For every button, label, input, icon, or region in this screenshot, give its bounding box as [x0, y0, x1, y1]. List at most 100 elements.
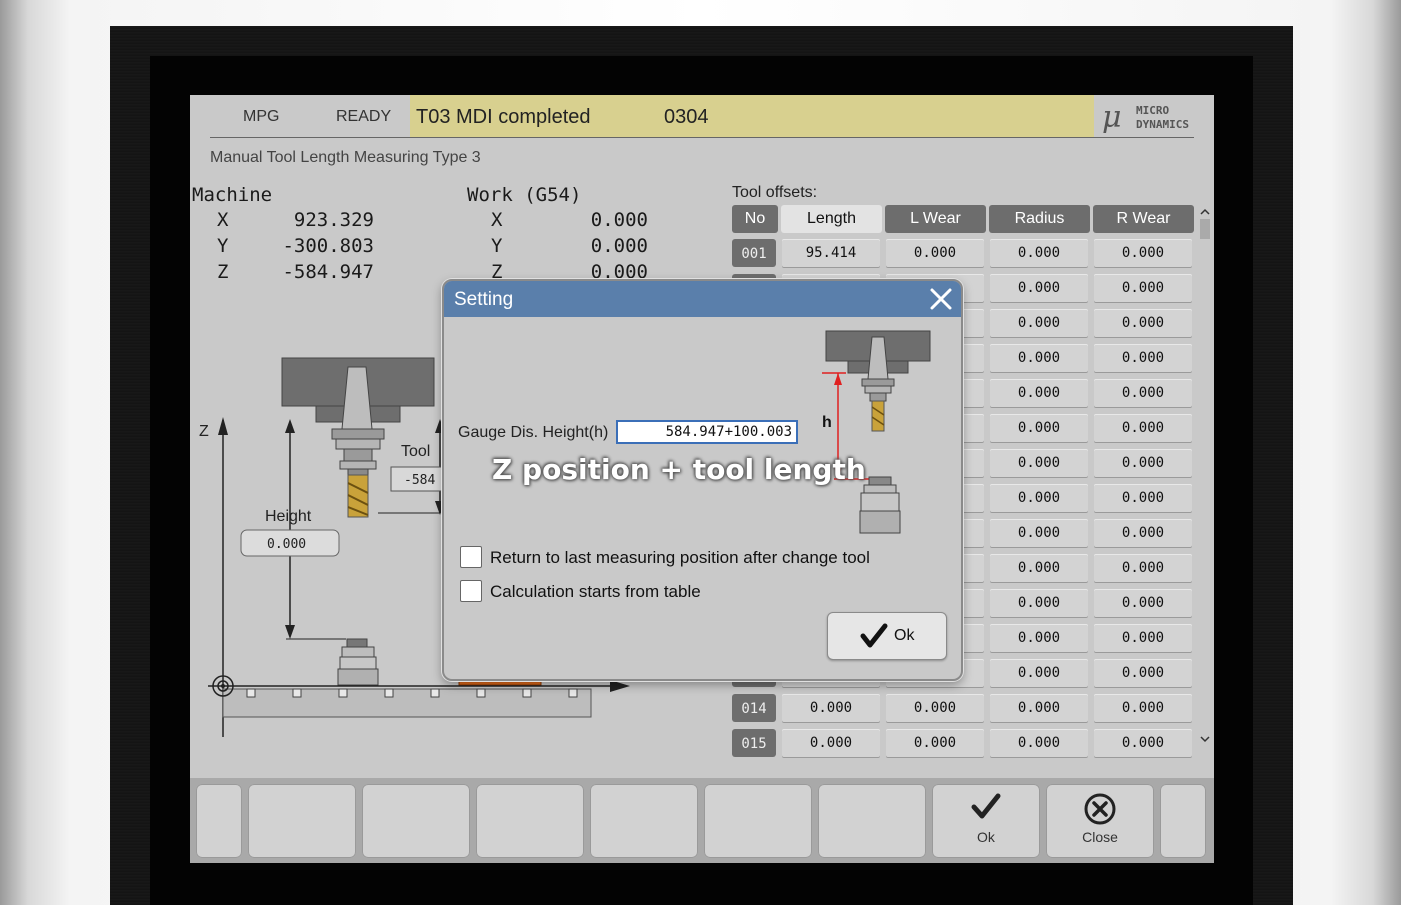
offset-cell-rwear[interactable]: 0.000 [1094, 519, 1192, 547]
h-dimension-label: h [822, 414, 832, 431]
tool-indicator: T03 [416, 106, 451, 128]
machine-position-title: Machine [192, 184, 273, 206]
offset-cell-rwear[interactable]: 0.000 [1094, 589, 1192, 617]
offsets-scrollbar[interactable] [1198, 205, 1212, 749]
state-indicator: READY [336, 108, 392, 125]
ok-button-label: Ok [894, 627, 915, 644]
softkey-3[interactable] [362, 784, 470, 858]
softkey-close[interactable]: Close [1046, 784, 1154, 858]
dialog-title-bar: Setting [444, 281, 961, 317]
checkmark-icon [860, 623, 888, 648]
svg-text:DYNAMICS: DYNAMICS [1136, 118, 1189, 131]
column-header-l-wear[interactable]: L Wear [885, 205, 986, 233]
softkey-ok-label: Ok [977, 829, 995, 845]
column-header-r-wear[interactable]: R Wear [1093, 205, 1194, 233]
offset-cell-radius[interactable]: 0.000 [990, 449, 1088, 477]
work-y-value: 0.000 [590, 235, 648, 257]
offset-cell-radius[interactable]: 0.000 [990, 554, 1088, 582]
softkey-4[interactable] [476, 784, 584, 858]
offset-cell-radius[interactable]: 0.000 [990, 239, 1088, 267]
ok-button[interactable]: Ok [827, 612, 947, 660]
offset-cell-rwear[interactable]: 0.000 [1094, 449, 1192, 477]
offset-cell-radius[interactable]: 0.000 [990, 274, 1088, 302]
offset-cell-rwear[interactable]: 0.000 [1094, 729, 1192, 757]
svg-text:μ: μ [1102, 100, 1122, 133]
machine-axis-x: X [217, 209, 229, 231]
work-axis-x: X [491, 209, 503, 231]
checkmark-icon [971, 793, 1001, 819]
diagram-tool-label: Tool [401, 443, 430, 460]
calc-from-table-label: Calculation starts from table [490, 582, 701, 601]
diagram-z-label: Z [199, 423, 209, 440]
tool-offsets-title: Tool offsets: [732, 184, 818, 201]
softkey-6[interactable] [704, 784, 812, 858]
row-number[interactable]: 001 [732, 239, 776, 267]
softkey-bar: Ok Close [190, 778, 1214, 863]
offset-cell-radius[interactable]: 0.000 [990, 694, 1088, 722]
status-bar: MPG READY T03 MDI completed 0304 μ MICRO… [190, 95, 1214, 137]
return-position-label: Return to last measuring position after … [490, 548, 870, 567]
offset-cell-rwear[interactable]: 0.000 [1094, 554, 1192, 582]
close-circle-icon [1084, 793, 1116, 825]
gauge-height-label: Gauge Dis. Height(h) [458, 424, 609, 441]
softkey-10[interactable] [1160, 784, 1206, 858]
diagram-height-value: 0.000 [267, 537, 306, 552]
machine-axis-y: Y [217, 235, 229, 257]
softkey-ok[interactable]: Ok [932, 784, 1040, 858]
dialog-title: Setting [454, 289, 514, 310]
offset-cell-radius[interactable]: 0.000 [990, 624, 1088, 652]
column-header-radius[interactable]: Radius [989, 205, 1090, 233]
status-message: MDI completed [456, 106, 591, 128]
offset-cell-radius[interactable]: 0.000 [990, 309, 1088, 337]
offset-cell-rwear[interactable]: 0.000 [1094, 694, 1192, 722]
machine-z-value: -584.947 [282, 261, 374, 283]
gauge-height-input[interactable] [616, 420, 798, 444]
offset-cell-rwear[interactable]: 0.000 [1094, 274, 1192, 302]
offset-cell-lwear[interactable]: 0.000 [886, 239, 984, 267]
machine-x-value: 923.329 [293, 209, 374, 231]
offset-cell-rwear[interactable]: 0.000 [1094, 414, 1192, 442]
offset-cell-radius[interactable]: 0.000 [990, 344, 1088, 372]
page-title: Manual Tool Length Measuring Type 3 [210, 149, 481, 166]
offset-cell-radius[interactable]: 0.000 [990, 589, 1088, 617]
gauge-illustration [822, 330, 931, 534]
offset-cell-radius[interactable]: 0.000 [990, 659, 1088, 687]
offset-cell-rwear[interactable]: 0.000 [1094, 309, 1192, 337]
offset-cell-rwear[interactable]: 0.000 [1094, 239, 1192, 267]
offset-cell-radius[interactable]: 0.000 [990, 414, 1088, 442]
softkey-1[interactable] [196, 784, 242, 858]
setting-dialog: Setting h Gauge Dis. Height(h) Z positio… [442, 279, 963, 681]
offset-cell-radius[interactable]: 0.000 [990, 729, 1088, 757]
status-message-panel: T03 MDI completed 0304 [410, 95, 1094, 137]
offset-cell-rwear[interactable]: 0.000 [1094, 379, 1192, 407]
calc-from-table-checkbox[interactable] [460, 580, 482, 602]
offset-cell-radius[interactable]: 0.000 [990, 484, 1088, 512]
offset-cell-length[interactable]: 0.000 [782, 729, 880, 757]
return-position-checkbox[interactable] [460, 546, 482, 568]
offset-cell-length[interactable]: 0.000 [782, 694, 880, 722]
offset-cell-radius[interactable]: 0.000 [990, 379, 1088, 407]
work-axis-y: Y [491, 235, 503, 257]
offset-cell-rwear[interactable]: 0.000 [1094, 344, 1192, 372]
softkey-2[interactable] [248, 784, 356, 858]
offset-cell-lwear[interactable]: 0.000 [886, 729, 984, 757]
column-header-no[interactable]: No [732, 205, 778, 233]
offset-cell-length[interactable]: 95.414 [782, 239, 880, 267]
row-number[interactable]: 014 [732, 694, 776, 722]
offset-cell-rwear[interactable]: 0.000 [1094, 659, 1192, 687]
program-number: 0304 [664, 106, 709, 128]
column-header-length[interactable]: Length [781, 205, 882, 233]
softkey-5[interactable] [590, 784, 698, 858]
softkey-7[interactable] [818, 784, 926, 858]
offset-cell-rwear[interactable]: 0.000 [1094, 624, 1192, 652]
mode-indicator: MPG [243, 108, 280, 125]
work-x-value: 0.000 [590, 209, 648, 231]
offset-cell-lwear[interactable]: 0.000 [886, 694, 984, 722]
scroll-down-icon [1200, 736, 1210, 743]
offset-cell-rwear[interactable]: 0.000 [1094, 484, 1192, 512]
scroll-up-icon [1200, 208, 1210, 215]
dialog-close-icon[interactable] [927, 285, 955, 313]
offset-cell-radius[interactable]: 0.000 [990, 519, 1088, 547]
diagram-tool-value: -584 [404, 473, 435, 488]
row-number[interactable]: 015 [732, 729, 776, 757]
